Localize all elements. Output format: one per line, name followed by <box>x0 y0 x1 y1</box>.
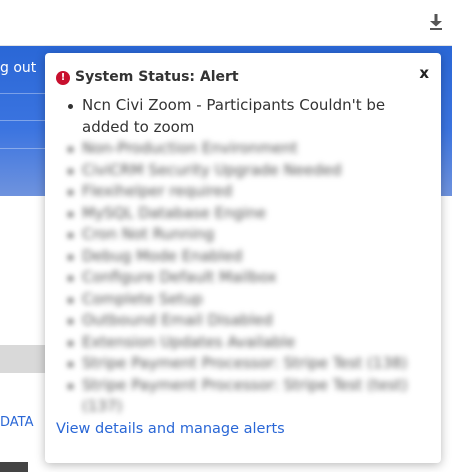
logout-link[interactable]: g out <box>0 60 36 76</box>
alert-item: Outbound Email Disabled <box>68 310 408 332</box>
nav-divider <box>0 120 46 121</box>
alert-list: Ncn Civi Zoom - Participants Couldn't be… <box>68 95 408 418</box>
gray-field <box>0 345 46 373</box>
view-details-link[interactable]: View details and manage alerts <box>56 421 285 437</box>
alert-item: CiviCRM Security Upgrade Needed <box>68 160 408 182</box>
alert-circle-icon: ! <box>56 71 70 85</box>
close-button[interactable]: x <box>419 64 429 82</box>
alert-item: Configure Default Mailbox <box>68 267 408 289</box>
download-icon[interactable] <box>429 14 443 30</box>
alert-item: Cron Not Running <box>68 224 408 246</box>
alert-item: Stripe Payment Processor: Stripe Test (t… <box>68 375 408 418</box>
alert-item: Ncn Civi Zoom - Participants Couldn't be… <box>68 95 408 138</box>
alert-item: Non-Production Environment <box>68 138 408 160</box>
alert-item: Stripe Payment Processor: Stripe Test (1… <box>68 353 408 375</box>
top-bar <box>0 0 452 46</box>
alert-item: Flexihelper required <box>68 181 408 203</box>
bottom-dark-block <box>0 462 28 472</box>
alert-item: Complete Setup <box>68 289 408 311</box>
alert-item: MySQL Database Engine <box>68 203 408 225</box>
alert-item: Debug Mode Enabled <box>68 246 408 268</box>
nav-divider <box>0 148 46 149</box>
popover-title: System Status: Alert <box>75 69 239 85</box>
alert-item: Extension Updates Available <box>68 332 408 354</box>
data-link[interactable]: DATA <box>0 415 34 430</box>
system-status-popover: x ! System Status: Alert Ncn Civi Zoom -… <box>45 53 441 463</box>
nav-divider <box>0 93 46 94</box>
